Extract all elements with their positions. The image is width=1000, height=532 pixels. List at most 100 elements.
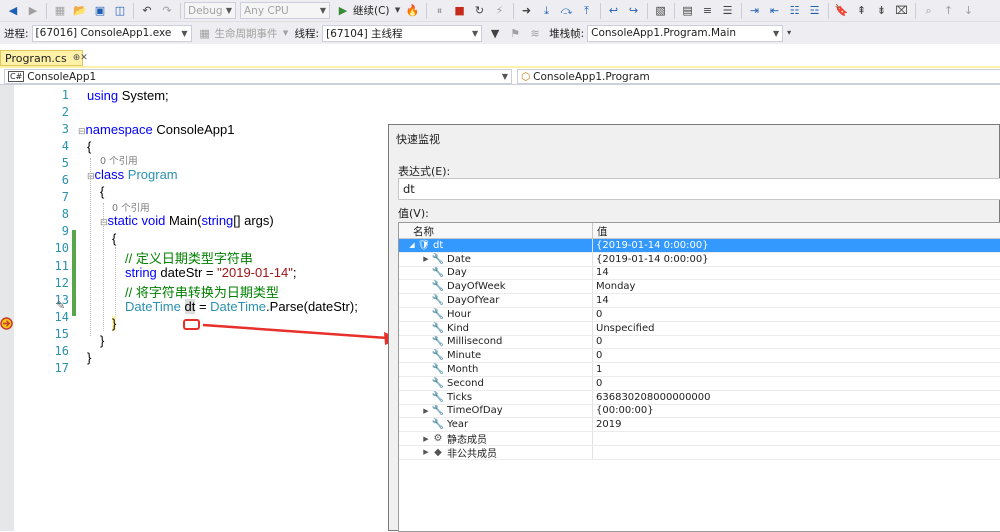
grid-name-cell: 🔧 Kind [399,321,593,335]
forward-icon[interactable]: ▶ [24,2,42,20]
outdent-icon[interactable]: ⇤ [766,2,784,20]
flag-threads-icon[interactable]: ⚑ [506,24,524,42]
grid-row[interactable]: 🔧 Minute 0 [399,349,1000,364]
lifecycle-icon[interactable]: ▦ [196,24,214,42]
apply-code-changes-icon[interactable]: ⚡ [491,2,509,20]
expand-toggle-icon[interactable]: ◢ [407,241,417,249]
hot-reload-icon[interactable]: 🔥 [404,2,422,20]
open-file-icon[interactable]: 📂 [71,2,89,20]
member-icon: 🔧 [431,281,445,293]
up-icon[interactable]: ↑ [940,2,958,20]
continue-play-icon[interactable]: ▶ [334,2,352,20]
code-editor[interactable]: 1 2 3 4 5 6 7 8 9 10 11 12 13 14 15 16 17 using System; … [14,85,388,531]
stop-debugging-icon[interactable]: ■ [451,2,469,20]
step-out-icon[interactable]: ⤒ [578,2,596,20]
find-icon[interactable]: ⌕ [920,2,938,20]
step-back-icon[interactable]: ↩ [605,2,623,20]
back-icon[interactable]: ◀ [4,2,22,20]
new-project-icon[interactable]: ▦ [51,2,69,20]
stack-frame-dropdown[interactable]: ConsoleApp1.Program.Main ▼ [587,24,784,42]
toolbar-overflow-icon[interactable]: ▾ [784,24,794,42]
grid-header: 名称 值 [399,223,1000,239]
type-dropdown[interactable]: ⬡ ConsoleApp1.Program [517,69,1000,84]
clear-bookmarks-icon[interactable]: ⌧ [893,2,911,20]
code-line-7: ⊟static void Main(string[] args) [100,213,274,228]
grid-row[interactable]: ▶ 🔧 TimeOfDay {00:00:00} [399,404,1000,419]
quick-actions-icon[interactable]: ✎ [56,299,65,312]
restart-icon[interactable]: ↻ [471,2,489,20]
dt-variable[interactable]: dt [184,299,196,314]
lifecycle-dropdown-icon[interactable]: ▼ [282,24,290,42]
grid-row[interactable]: 🔧 DayOfYear 14 [399,294,1000,308]
show-threads-icon[interactable]: ≋ [526,24,544,42]
save-icon[interactable]: ▣ [91,2,109,20]
expand-toggle-icon[interactable]: ▶ [421,448,431,456]
prev-bookmark-icon[interactable]: ⇞ [853,2,871,20]
column-value-header[interactable]: 值 [593,223,612,238]
save-all-icon[interactable]: ◫ [111,2,129,20]
member-icon: 🔧 [431,405,445,417]
grid-row[interactable]: ▶ ⚙ 静态成员 [399,432,1000,446]
grid-row[interactable]: ◢ 🛡 dt {2019-01-14 0:00:00} [399,239,1000,253]
hex-display-icon[interactable]: ▧ [652,2,670,20]
step-forward-icon[interactable]: ↪ [625,2,643,20]
collapse-icon[interactable]: ⊟ [78,126,86,136]
expand-toggle-icon[interactable]: ▶ [421,255,431,263]
code-line-8: { [112,231,117,246]
expression-input[interactable]: dt [398,178,1000,200]
grid-row[interactable]: 🔧 DayOfWeek Monday [399,280,1000,295]
step-over-icon[interactable]: ⤼ [558,2,576,20]
thread-dropdown[interactable]: [67104] 主线程 ▼ [322,24,483,42]
step-into-icon[interactable]: ⤓ [538,2,556,20]
grid-row[interactable]: 🔧 Hour 0 [399,307,1000,322]
code-lens-references[interactable]: 0 个引用 [100,153,138,167]
show-next-statement-icon[interactable]: ➜ [518,2,536,20]
grid-row[interactable]: 🔧 Month 1 [399,363,1000,377]
solution-config-dropdown[interactable]: Debug ▼ [184,2,236,19]
debug-location-toolbar: 进程: [67016] ConsoleApp1.exe ▼ ▦ 生命周期事件 ▼ … [0,22,1000,44]
grid-row[interactable]: 🔧 Day 14 [399,266,1000,281]
expand-toggle-icon[interactable]: ▶ [421,407,431,415]
redo-icon[interactable]: ↷ [158,2,176,20]
process-dropdown[interactable]: [67016] ConsoleApp1.exe ▼ [31,24,192,42]
column-name-header[interactable]: 名称 [399,223,593,238]
code-line-5: ⊟class Program [87,167,178,182]
close-icon[interactable]: ✕ [80,53,88,63]
dialog-title: 快速监视 [396,133,440,146]
list-align-icon[interactable]: ≡ [699,2,717,20]
lifecycle-events-label[interactable]: 生命周期事件 [215,26,278,41]
grid-row[interactable]: 🔧 Kind Unspecified [399,321,1000,336]
uncomment-icon[interactable]: ☲ [806,2,824,20]
undo-icon[interactable]: ↶ [138,2,156,20]
indicator-margin[interactable] [0,85,14,531]
indent-icon[interactable]: ⇥ [746,2,764,20]
grid-row[interactable]: ▶ 🔧 Date {2019-01-14 0:00:00} [399,252,1000,267]
grid-row[interactable]: 🔧 Year 2019 [399,418,1000,433]
bookmark-icon[interactable]: 🔖 [833,2,851,20]
code-lens-references[interactable]: 0 个引用 [112,200,150,214]
platform-dropdown[interactable]: Any CPU ▼ [240,2,330,19]
tab-program-cs[interactable]: Program.cs ⊕ ✕ [0,50,88,66]
expand-toggle-icon[interactable]: ▶ [421,435,431,443]
next-bookmark-icon[interactable]: ⇟ [873,2,891,20]
member-value: 0 [596,308,603,320]
continue-button[interactable]: 继续(C) [353,3,390,18]
member-icon: 🔧 [431,253,445,265]
break-all-icon[interactable]: ⏸ [431,2,449,20]
line-number: 17 [54,360,69,375]
format-icon[interactable]: ☷ [786,2,804,20]
filter-icon[interactable]: ▼ [486,24,504,42]
pin-icon[interactable]: ⊕ [73,53,81,63]
grid-row[interactable]: 🔧 Millisecond 0 [399,335,1000,350]
member-value: {2019-01-14 0:00:00} [596,253,709,265]
breakpoints-window-icon[interactable]: ▤ [679,2,697,20]
continue-dropdown-icon[interactable]: ▼ [394,2,402,20]
project-dropdown[interactable]: C# ConsoleApp1 ▼ [4,69,512,84]
member-icon: 🔧 [431,295,445,307]
comment-icon[interactable]: ☰ [719,2,737,20]
grid-row[interactable]: 🔧 Ticks 636830208000000000 [399,390,1000,405]
grid-row[interactable]: ▶ ◆ 非公共成员 [399,445,1000,460]
value-grid[interactable]: 名称 值 ◢ 🛡 dt {2019-01-14 0:00:00} ▶ 🔧 Date {2019… [398,222,1000,532]
down-icon[interactable]: ↓ [960,2,978,20]
grid-row[interactable]: 🔧 Second 0 [399,376,1000,391]
